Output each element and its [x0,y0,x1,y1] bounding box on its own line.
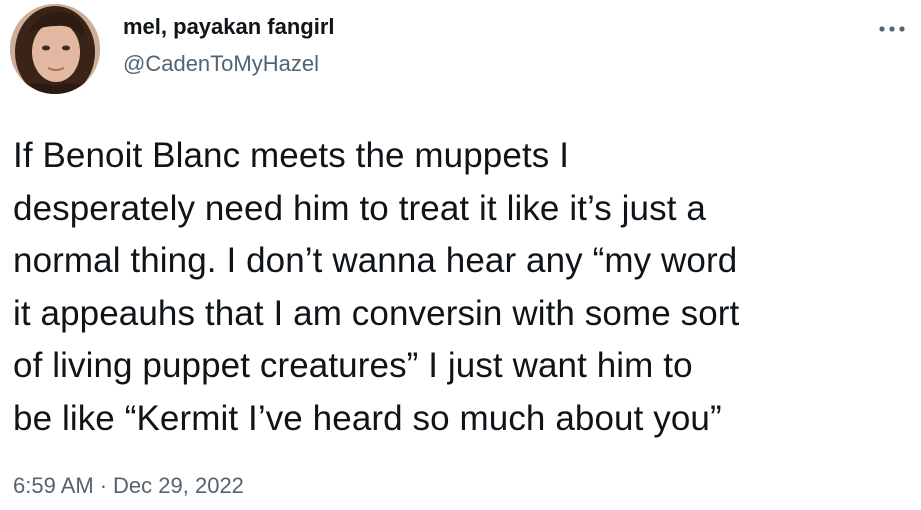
avatar-image [10,4,100,94]
tweet-date[interactable]: Dec 29, 2022 [113,473,244,498]
meta-separator: · [99,473,108,498]
tweet: mel, payakan fangirl @CadenToMyHazel If … [0,0,921,510]
author-handle[interactable]: @CadenToMyHazel [123,50,335,78]
more-options-button[interactable] [875,12,909,46]
tweet-time[interactable]: 6:59 AM [13,473,94,498]
avatar[interactable] [10,4,100,94]
author-info: mel, payakan fangirl @CadenToMyHazel [123,13,335,78]
tweet-meta: 6:59 AM · Dec 29, 2022 [13,472,244,500]
more-horizontal-icon [879,26,905,32]
tweet-text: If Benoit Blanc meets the muppets I desp… [13,136,740,438]
author-display-name[interactable]: mel, payakan fangirl [123,13,335,41]
